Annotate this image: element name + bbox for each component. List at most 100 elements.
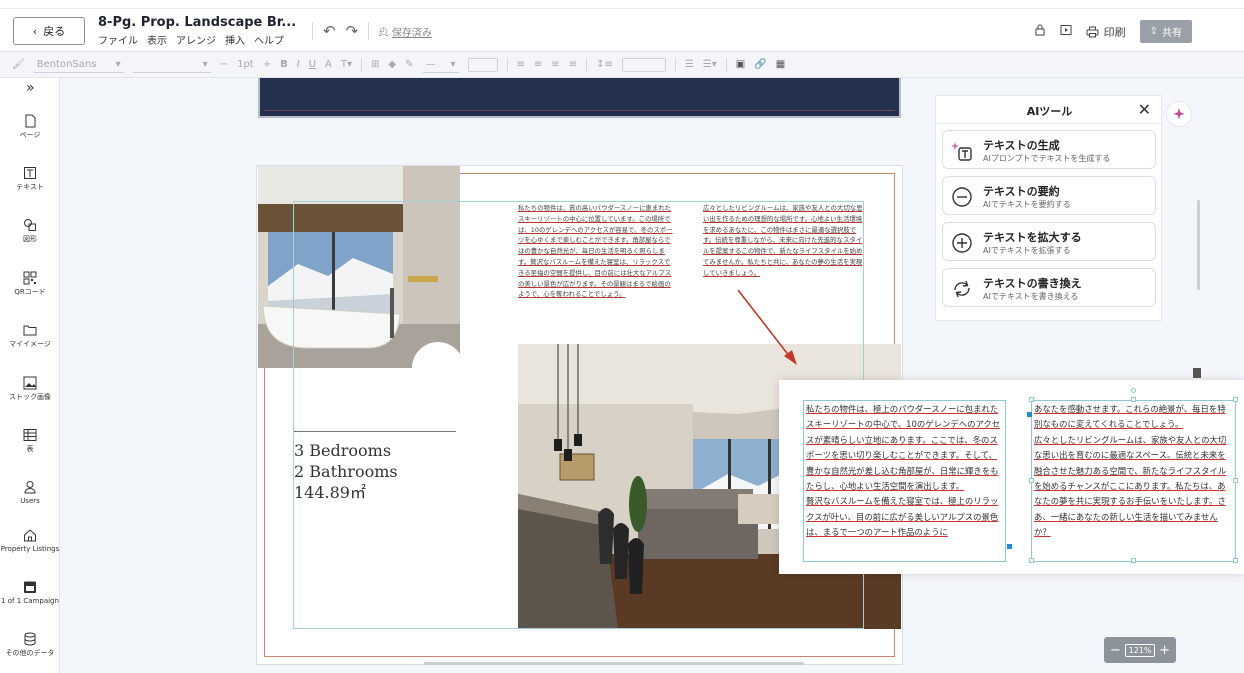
font-size-value[interactable]: 1pt bbox=[237, 59, 254, 70]
ai-sparkle-button[interactable] bbox=[1166, 101, 1192, 127]
align-right-icon[interactable]: ≡ bbox=[551, 59, 559, 70]
pen-icon[interactable]: ✎ bbox=[405, 59, 413, 70]
print-button[interactable]: 印刷 bbox=[1086, 24, 1126, 40]
back-button[interactable]: ‹ 戻る bbox=[13, 17, 85, 45]
ai-tool-description: AIでテキストを要約する bbox=[983, 200, 1071, 209]
generate-text-icon bbox=[951, 142, 972, 161]
line-width-input[interactable] bbox=[467, 57, 498, 72]
expand-sidebar-icon[interactable]: » bbox=[26, 80, 35, 96]
lock-icon[interactable] bbox=[1034, 24, 1046, 39]
folder-icon bbox=[23, 325, 37, 336]
ai-tool-description: AIでテキストを書き換える bbox=[983, 292, 1079, 301]
sidebar-item-property-listings[interactable]: Property Listings bbox=[0, 528, 60, 554]
bold-icon[interactable]: B bbox=[280, 59, 288, 70]
text-icon bbox=[24, 167, 36, 179]
menu-help[interactable]: ヘルプ bbox=[254, 32, 284, 47]
font-style-select[interactable]: ▾ bbox=[132, 57, 211, 73]
sidebar-item-table[interactable]: 表 bbox=[0, 428, 60, 454]
sidebar-item-pages[interactable]: ページ bbox=[0, 114, 60, 140]
sidebar-item-shapes[interactable]: 図形 bbox=[0, 218, 60, 244]
image-icon bbox=[23, 376, 37, 390]
qr-icon bbox=[23, 271, 37, 285]
area-text: 144.89㎡ bbox=[294, 483, 366, 502]
decrease-size-icon[interactable]: − bbox=[220, 59, 228, 70]
line-height-input[interactable] bbox=[621, 57, 666, 72]
table-icon bbox=[23, 429, 37, 441]
close-icon[interactable]: ✕ bbox=[1138, 100, 1151, 119]
ai-tool-generate[interactable]: テキストの生成 AIプロンプトでテキストを生成する bbox=[942, 130, 1156, 169]
line-style-select[interactable]: — ▾ bbox=[422, 57, 459, 73]
zoom-out-button[interactable]: − bbox=[1110, 643, 1121, 658]
undo-icon[interactable]: ↶ bbox=[323, 22, 336, 40]
rotate-handle[interactable] bbox=[1131, 388, 1136, 393]
sidebar-item-label: QRコード bbox=[14, 288, 46, 296]
share-button[interactable]: ⇪ 共有 bbox=[1139, 20, 1192, 43]
format-painter-icon[interactable]: 🖌 bbox=[12, 59, 25, 70]
callout-text-left[interactable]: 私たちの物件は、極上のパウダースノーに包まれたスキーリゾートの中心で、10のゲレ… bbox=[806, 402, 1004, 541]
share-label: 共有 bbox=[1162, 28, 1182, 39]
redo-icon[interactable]: ↷ bbox=[346, 22, 359, 40]
zoom-in-button[interactable]: + bbox=[1159, 643, 1170, 658]
sidebar-item-stock-images[interactable]: ストック画像 bbox=[0, 376, 60, 402]
previous-page-preview[interactable] bbox=[258, 78, 901, 118]
divider bbox=[936, 123, 1163, 124]
link-handle[interactable] bbox=[1027, 412, 1032, 417]
ai-tool-rewrite[interactable]: テキストの書き換え AIでテキストを書き換える bbox=[942, 268, 1156, 307]
sidebar-item-campaign[interactable]: 1 of 1 Campaign bbox=[0, 580, 60, 606]
link-icon[interactable]: 🔗 bbox=[754, 59, 766, 70]
align-justify-icon[interactable]: ≡ bbox=[569, 59, 577, 70]
bullet-list-icon[interactable]: ☰ bbox=[685, 59, 694, 70]
link-handle[interactable] bbox=[1007, 544, 1012, 549]
rewrite-icon bbox=[954, 280, 970, 298]
scrollbar-thumb[interactable] bbox=[1193, 368, 1201, 378]
menu-file[interactable]: ファイル bbox=[98, 32, 138, 47]
sidebar-item-text[interactable]: テキスト bbox=[0, 166, 60, 192]
ai-tool-expand[interactable]: テキストを拡大する AIでテキストを拡張する bbox=[942, 222, 1156, 261]
font-family-select[interactable]: BentonSans ▾ bbox=[33, 57, 124, 73]
zoomed-text-callout: 私たちの物件は、極上のパウダースノーに包まれたスキーリゾートの中心で、10のゲレ… bbox=[779, 380, 1244, 574]
menu-view[interactable]: 表示 bbox=[147, 32, 167, 47]
sidebar-item-label: その他のデータ bbox=[5, 649, 55, 657]
bedrooms-text: 3 Bedrooms bbox=[294, 441, 392, 460]
fill-icon[interactable]: ◆ bbox=[388, 59, 396, 70]
history-controls: ↶ ↷ ◴ 保存済み bbox=[312, 22, 432, 40]
preview-icon[interactable] bbox=[1060, 24, 1072, 39]
resize-handle[interactable] bbox=[1233, 478, 1238, 483]
font-color-icon[interactable]: A bbox=[325, 59, 332, 70]
resize-handle[interactable] bbox=[1029, 558, 1034, 563]
border-icon[interactable]: ⊞ bbox=[371, 59, 379, 70]
menu-insert[interactable]: 挿入 bbox=[225, 32, 245, 47]
increase-size-icon[interactable]: + bbox=[263, 59, 271, 70]
document-title[interactable]: 8-Pg. Prop. Landscape Br... bbox=[98, 15, 296, 30]
sidebar-item-users[interactable]: Users bbox=[0, 480, 60, 506]
align-left-icon[interactable]: ≡ bbox=[517, 59, 525, 70]
sidebar-item-my-images[interactable]: マイイメージ bbox=[0, 323, 60, 349]
zoom-level[interactable]: 121% bbox=[1124, 643, 1156, 657]
resize-handle[interactable] bbox=[1233, 558, 1238, 563]
line-height-icon[interactable]: ↕≡ bbox=[596, 59, 613, 70]
qr-tool-icon[interactable]: ▦ bbox=[776, 59, 785, 70]
align-center-icon[interactable]: ≡ bbox=[534, 59, 542, 70]
sidebar-item-label: ストック画像 bbox=[9, 393, 51, 401]
horizontal-scrollbar[interactable] bbox=[424, 662, 804, 665]
description-column-2[interactable]: 広々としたリビングルームは、家族や友人との大切な思い出を作るための理想的な場所で… bbox=[703, 203, 863, 308]
sidebar-item-label: テキスト bbox=[16, 183, 44, 191]
menu-arrange[interactable]: アレンジ bbox=[176, 32, 216, 47]
vertical-scrollbar[interactable] bbox=[1197, 200, 1200, 290]
resize-handle[interactable] bbox=[1233, 397, 1238, 402]
sparkle-icon bbox=[1173, 108, 1185, 120]
callout-text-right[interactable]: あなたを感動させます。これらの絶景が、毎日を特別なものに変えてくれることでしょう… bbox=[1034, 402, 1233, 541]
print-label: 印刷 bbox=[1103, 25, 1126, 39]
underline-icon[interactable]: U bbox=[309, 59, 316, 70]
numbered-list-icon[interactable]: ☰▾ bbox=[703, 59, 717, 70]
resize-handle[interactable] bbox=[1131, 558, 1136, 563]
italic-icon[interactable]: I bbox=[297, 59, 300, 70]
ai-tool-summarize[interactable]: テキストの要約 AIでテキストを要約する bbox=[942, 176, 1156, 215]
sidebar-item-qr[interactable]: QRコード bbox=[0, 271, 60, 297]
sidebar-item-other-data[interactable]: その他のデータ bbox=[0, 632, 60, 658]
description-column-1[interactable]: 私たちの物件は、質の高いパウダースノーに恵まれたスキーリゾートの中心に位置してい… bbox=[518, 203, 676, 325]
top-bar: ‹ 戻る 8-Pg. Prop. Landscape Br... ファイル 表示… bbox=[0, 0, 1244, 52]
text-transform-icon[interactable]: T▾ bbox=[341, 59, 352, 70]
property-stats[interactable]: 3 Bedrooms 2 Bathrooms 144.89㎡ bbox=[294, 440, 398, 503]
layer-icon[interactable]: ▣ bbox=[736, 59, 745, 70]
